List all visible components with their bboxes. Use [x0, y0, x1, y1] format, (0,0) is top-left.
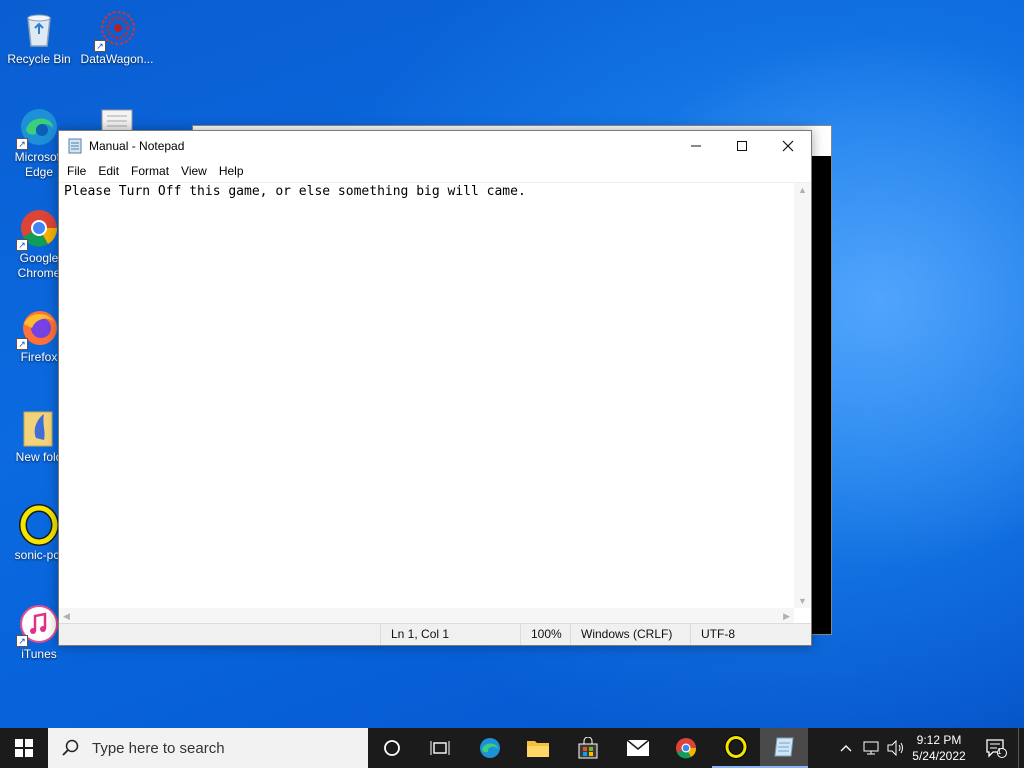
edge-icon: ↗: [16, 106, 60, 150]
taskbar-mail[interactable]: [614, 728, 662, 768]
menu-view[interactable]: View: [175, 164, 213, 178]
text-file-icon: [101, 109, 133, 135]
clock-date: 5/24/2022: [912, 749, 966, 763]
chrome-icon: ↗: [16, 207, 60, 251]
edge-icon: [480, 738, 500, 758]
scroll-right-arrow-icon[interactable]: ▶: [783, 611, 790, 622]
menu-edit[interactable]: Edit: [92, 164, 125, 178]
desktop-icon-label: Recycle Bin: [7, 52, 71, 66]
scroll-left-arrow-icon[interactable]: ◀: [63, 611, 70, 622]
status-zoom: 100%: [520, 624, 570, 645]
show-hidden-icons-button[interactable]: [836, 728, 856, 768]
maximize-icon: [737, 140, 747, 151]
vertical-scrollbar[interactable]: ▲ ▼: [794, 183, 811, 608]
menu-bar: File Edit Format View Help: [59, 160, 811, 182]
search-icon: [62, 739, 79, 756]
mail-icon: [626, 739, 650, 756]
action-center-button[interactable]: 1: [976, 728, 1016, 768]
sonic-ring-icon: [18, 504, 60, 546]
store-icon: [578, 737, 598, 759]
shortcut-arrow-icon: ↗: [16, 138, 28, 150]
speaker-icon: [887, 740, 903, 756]
datawagon-icon: ↗: [94, 8, 138, 52]
notepad-window[interactable]: Manual - Notepad File Edit Format View H…: [58, 130, 812, 646]
taskbar-store[interactable]: [564, 728, 612, 768]
clock[interactable]: 9:12 PM 5/24/2022: [908, 728, 970, 768]
cortana-circle-icon: [384, 740, 400, 756]
document-text[interactable]: Please Turn Off this game, or else somet…: [63, 183, 793, 608]
desktop-icon-label: DataWagon...: [80, 52, 154, 66]
notepad-icon: [67, 138, 83, 154]
taskbar: Type here to search 9:12 PM 5/24/2022 1: [0, 728, 1024, 768]
show-desktop-button[interactable]: [1018, 728, 1024, 768]
firefox-icon: ↗: [16, 306, 60, 350]
status-bar: Ln 1, Col 1 100% Windows (CRLF) UTF-8: [59, 623, 811, 645]
task-view-icon: [430, 741, 450, 755]
notification-icon: [986, 739, 1007, 758]
scroll-up-arrow-icon[interactable]: ▲: [798, 185, 807, 195]
shortcut-arrow-icon: ↗: [94, 40, 106, 52]
taskbar-edge[interactable]: [466, 728, 514, 768]
menu-help[interactable]: Help: [213, 164, 250, 178]
close-button[interactable]: [765, 131, 811, 160]
minimize-icon: [691, 145, 701, 146]
notification-count-badge: 1: [997, 747, 1002, 756]
shortcut-arrow-icon: ↗: [16, 338, 28, 350]
clock-time: 9:12 PM: [916, 733, 962, 747]
desktop-icon-label: iTunes: [21, 647, 57, 661]
start-button[interactable]: [0, 728, 48, 768]
search-placeholder: Type here to search: [92, 739, 225, 757]
text-editor-area[interactable]: Please Turn Off this game, or else somet…: [59, 182, 811, 625]
desktop-icon-text-file[interactable]: [100, 108, 134, 135]
window-title: Manual - Notepad: [89, 138, 185, 153]
status-position: Ln 1, Col 1: [380, 624, 520, 645]
search-box[interactable]: Type here to search: [48, 728, 368, 768]
windows-logo-icon: [15, 739, 33, 757]
shortcut-arrow-icon: ↗: [16, 239, 28, 251]
folder-icon: [18, 406, 60, 448]
folder-icon: [527, 741, 549, 757]
itunes-icon: ↗: [16, 603, 60, 647]
status-line-ending: Windows (CRLF): [570, 624, 690, 645]
volume-button[interactable]: [884, 728, 908, 768]
notepad-icon: [774, 737, 794, 757]
chrome-icon: [676, 738, 697, 759]
status-encoding: UTF-8: [690, 624, 811, 645]
network-icon: [863, 741, 879, 755]
cortana-button[interactable]: [368, 728, 416, 768]
menu-format[interactable]: Format: [125, 164, 175, 178]
desktop-icon-recycle-bin[interactable]: Recycle Bin: [0, 8, 78, 67]
network-button[interactable]: [860, 728, 884, 768]
minimize-button[interactable]: [673, 131, 719, 160]
scroll-down-arrow-icon[interactable]: ▼: [798, 596, 807, 606]
sonic-ring-icon: [724, 735, 748, 759]
close-icon: [782, 140, 794, 151]
maximize-button[interactable]: [719, 131, 765, 160]
taskbar-notepad[interactable]: [760, 728, 808, 768]
taskbar-chrome[interactable]: [662, 728, 710, 768]
notepad-titlebar[interactable]: Manual - Notepad: [59, 131, 811, 160]
chevron-up-icon: [840, 745, 852, 752]
taskbar-file-explorer[interactable]: [514, 728, 562, 768]
task-view-button[interactable]: [416, 728, 464, 768]
desktop-icon-datawagon[interactable]: ↗ DataWagon...: [78, 8, 156, 67]
recycle-bin-icon: [18, 8, 60, 50]
taskbar-sonic[interactable]: [712, 728, 760, 768]
shortcut-arrow-icon: ↗: [16, 635, 28, 647]
menu-file[interactable]: File: [61, 164, 92, 178]
